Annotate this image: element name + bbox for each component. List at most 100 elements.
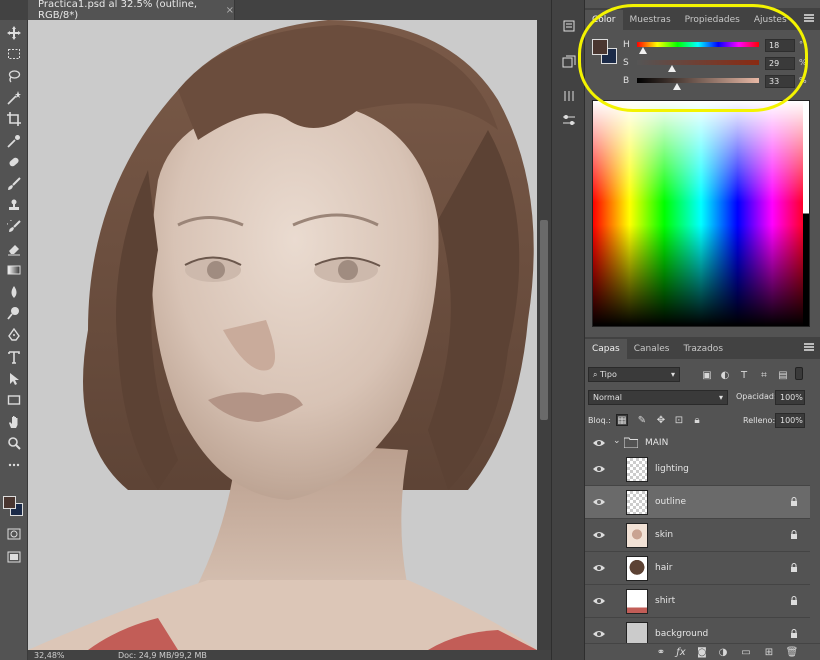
close-tab-icon[interactable]: × xyxy=(226,5,234,16)
document-tab[interactable]: Practica1.psd al 32.5% (outline, RGB/8*)… xyxy=(28,0,235,21)
fx-icon[interactable]: ƒx xyxy=(675,646,687,658)
visibility-eye-icon[interactable] xyxy=(593,497,605,507)
visibility-eye-icon[interactable] xyxy=(593,530,605,540)
brightness-slider[interactable]: B 33 % xyxy=(623,75,818,91)
layer-name[interactable]: lighting xyxy=(655,464,689,474)
gradient-icon[interactable] xyxy=(4,261,24,279)
layer-thumbnail[interactable] xyxy=(626,556,648,581)
panel-menu-icon[interactable] xyxy=(804,14,814,22)
filter-type-icon[interactable]: T xyxy=(738,369,750,381)
layer-name[interactable]: skin xyxy=(655,530,673,540)
tab-adjustments[interactable]: Ajustes xyxy=(747,10,794,30)
tab-swatches[interactable]: Muestras xyxy=(623,10,678,30)
filter-pixel-icon[interactable]: ▣ xyxy=(701,369,713,381)
adjustment-icon[interactable]: ◑ xyxy=(717,646,729,658)
brush-settings-icon[interactable] xyxy=(561,88,577,104)
rectangle-icon[interactable] xyxy=(4,391,24,409)
foreground-color-swatch[interactable] xyxy=(3,496,16,509)
hand-icon[interactable] xyxy=(4,413,24,431)
marquee-icon[interactable] xyxy=(4,45,24,63)
crop-icon[interactable] xyxy=(4,110,24,128)
lock-pixels-icon[interactable]: ✎ xyxy=(636,414,648,426)
black-white-strip[interactable] xyxy=(803,101,809,326)
type-icon[interactable] xyxy=(4,348,24,366)
layer-thumbnail[interactable] xyxy=(626,457,648,482)
visibility-eye-icon[interactable] xyxy=(593,596,605,606)
lasso-icon[interactable] xyxy=(4,67,24,85)
path-select-icon[interactable] xyxy=(4,370,24,388)
filter-shape-icon[interactable]: ⌗ xyxy=(758,369,770,381)
layer-row-skin[interactable]: skin xyxy=(585,519,810,552)
saturation-slider[interactable]: S 29 % xyxy=(623,57,818,73)
layer-name[interactable]: shirt xyxy=(655,596,675,606)
layer-name[interactable]: outline xyxy=(655,497,686,507)
saturation-track[interactable] xyxy=(637,60,759,65)
tab-color[interactable]: Color xyxy=(585,10,623,30)
visibility-eye-icon[interactable] xyxy=(593,464,605,474)
lock-artboard-icon[interactable]: ⊡ xyxy=(673,414,685,426)
saturation-value-field[interactable]: 29 xyxy=(765,57,795,70)
dodge-icon[interactable] xyxy=(4,304,24,322)
layers-panel-menu-icon[interactable] xyxy=(804,343,814,351)
lock-position-icon[interactable]: ✥ xyxy=(655,414,667,426)
blur-icon[interactable] xyxy=(4,283,24,301)
move-icon[interactable] xyxy=(4,24,24,42)
hue-slider[interactable]: H 18 ° xyxy=(623,39,818,55)
canvas[interactable] xyxy=(28,20,537,650)
visibility-eye-icon[interactable] xyxy=(593,438,605,448)
layer-thumbnail[interactable] xyxy=(626,589,648,614)
pen-icon[interactable] xyxy=(4,326,24,344)
brush-icon[interactable] xyxy=(4,175,24,193)
brightness-thumb[interactable] xyxy=(673,83,682,90)
tab-paths[interactable]: Trazados xyxy=(676,339,730,359)
zoom-icon[interactable] xyxy=(4,434,24,452)
layer-filter-select[interactable]: ⌕ Tipo ▾ xyxy=(588,367,680,382)
link-icon[interactable]: ⚭ xyxy=(655,646,667,658)
layer-name[interactable]: hair xyxy=(655,563,672,573)
brightness-value-field[interactable]: 33 xyxy=(765,75,795,88)
hue-thumb[interactable] xyxy=(639,47,648,54)
layer-name[interactable]: background xyxy=(655,629,708,639)
canvas-vertical-scrollbar[interactable] xyxy=(537,20,551,650)
saturation-thumb[interactable] xyxy=(668,65,677,72)
visibility-eye-icon[interactable] xyxy=(593,629,605,639)
layer-row-outline[interactable]: outline xyxy=(585,486,810,519)
lock-all-icon[interactable]: 🔒︎ xyxy=(691,414,703,426)
stamp-icon[interactable] xyxy=(4,196,24,214)
tab-channels[interactable]: Canales xyxy=(627,339,677,359)
tab-layers[interactable]: Capas xyxy=(585,339,627,359)
screen-mode-icon[interactable] xyxy=(4,548,24,566)
history-panel-icon[interactable] xyxy=(561,18,577,34)
fill-field[interactable]: 100% xyxy=(775,413,805,428)
group-chevron-icon[interactable]: ⌄ xyxy=(613,436,621,446)
layer-thumbnail[interactable] xyxy=(626,490,648,515)
mask-icon[interactable]: ◙ xyxy=(696,646,708,658)
healing-icon[interactable] xyxy=(4,153,24,171)
filter-adjustment-icon[interactable]: ◐ xyxy=(719,369,731,381)
adjust-sliders-icon[interactable] xyxy=(561,112,577,128)
trash-icon[interactable]: 🗑︎ xyxy=(786,646,799,658)
brightness-track[interactable] xyxy=(637,78,759,83)
hue-value-field[interactable]: 18 xyxy=(765,39,795,52)
layer-thumbnail[interactable] xyxy=(626,523,648,548)
layer-group-main[interactable]: ⌄ MAIN xyxy=(585,433,810,453)
blend-mode-select[interactable]: Normal ▾ xyxy=(588,390,728,405)
eraser-icon[interactable] xyxy=(4,240,24,258)
lock-transparent-icon[interactable]: ▦ xyxy=(616,414,628,426)
tab-properties[interactable]: Propiedades xyxy=(678,10,747,30)
color-spectrum[interactable] xyxy=(592,100,810,327)
scrollbar-thumb[interactable] xyxy=(540,220,548,420)
history-brush-icon[interactable] xyxy=(4,218,24,236)
filter-smart-icon[interactable]: ▤ xyxy=(777,369,789,381)
color-fg-swatch[interactable] xyxy=(592,39,608,55)
more-icon[interactable] xyxy=(4,456,24,474)
visibility-eye-icon[interactable] xyxy=(593,563,605,573)
layer-row-hair[interactable]: hair xyxy=(585,552,810,585)
zoom-level[interactable]: 32,48% xyxy=(28,651,98,660)
quick-mask-icon[interactable] xyxy=(4,525,24,543)
opacity-field[interactable]: 100% xyxy=(775,390,805,405)
layer-row-lighting[interactable]: lighting xyxy=(585,453,810,486)
hue-track[interactable] xyxy=(637,42,759,47)
magic-wand-icon[interactable] xyxy=(4,89,24,107)
layer-row-shirt[interactable]: shirt xyxy=(585,585,810,618)
